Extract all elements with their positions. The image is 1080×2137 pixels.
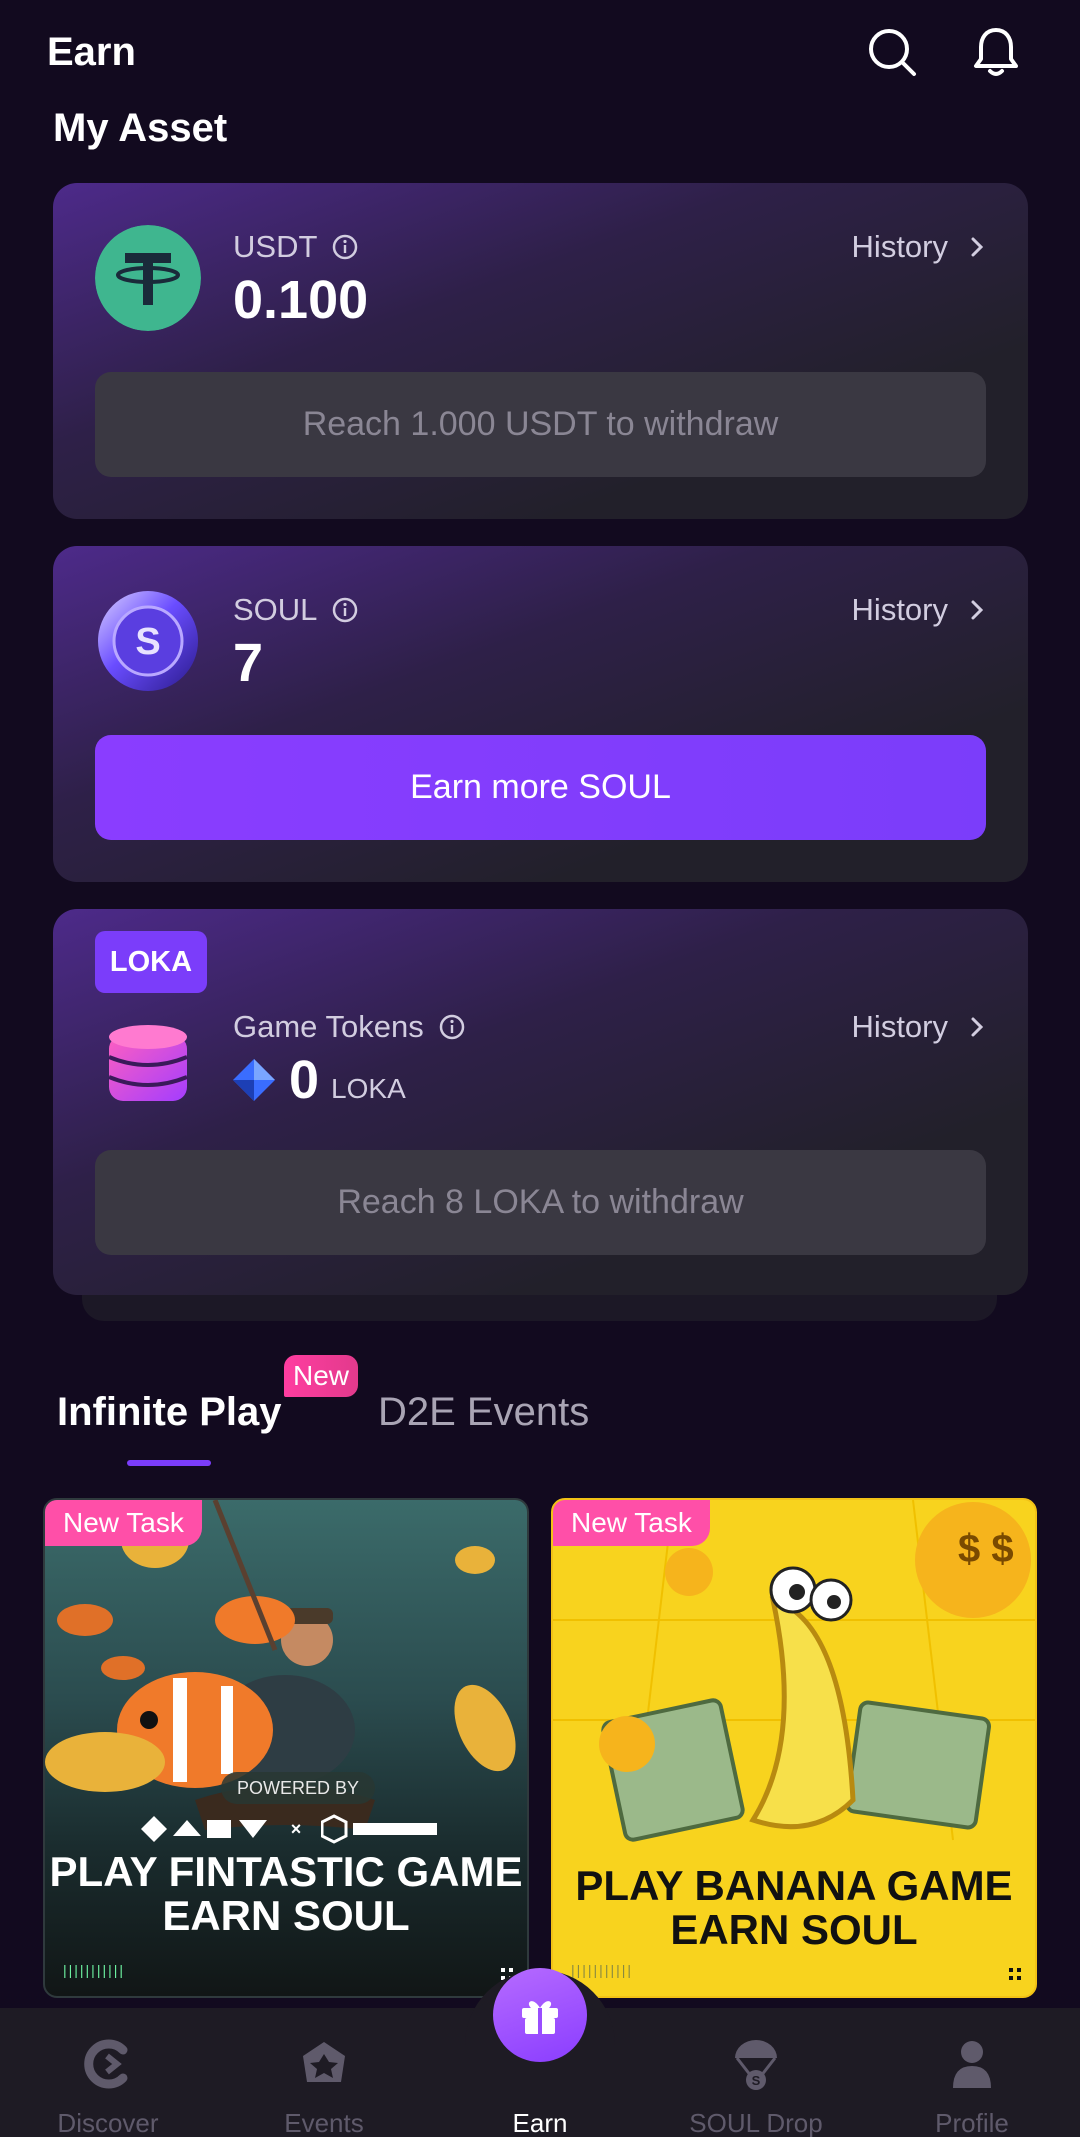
card-stack-edge <box>82 1295 997 1321</box>
app-header: Earn <box>0 0 1080 110</box>
game-tokens-label-row: Game Tokens <box>233 1009 466 1045</box>
nav-profile[interactable]: Profile <box>864 2008 1080 2137</box>
page-title: Earn <box>47 30 136 74</box>
loka-balance-row: 0 LOKA <box>231 1049 406 1111</box>
new-task-badge: New Task <box>45 1500 202 1546</box>
soul-coin-icon: S <box>98 591 198 691</box>
usdt-history-link[interactable]: History <box>852 229 984 265</box>
active-tab-indicator <box>127 1460 211 1466</box>
nav-label: Profile <box>935 2108 1009 2137</box>
chevron-right-icon <box>971 1017 984 1037</box>
diamond-icon <box>233 1059 275 1101</box>
grid-icon <box>1009 1968 1021 1980</box>
info-icon[interactable] <box>438 1013 466 1041</box>
tab-d2e-events[interactable]: D2E Events <box>378 1390 589 1435</box>
database-coins-icon <box>108 1025 188 1101</box>
loka-history-link[interactable]: History <box>852 1009 984 1045</box>
loka-tag: LOKA <box>95 931 207 993</box>
game-headline: PLAY FINTASTIC GAME EARN SOUL <box>49 1848 523 1940</box>
soul-name: SOUL <box>233 592 318 627</box>
slide-progress: ||||||||||| <box>571 1962 634 1978</box>
slide-progress: ||||||||||| <box>63 1962 126 1978</box>
usdt-name: USDT <box>233 229 318 264</box>
partner-brands: × <box>141 1812 441 1846</box>
usdt-balance: 0.100 <box>233 270 369 330</box>
game-card-banana[interactable]: $ $ New Task PLAY BANANA GAME EARN SOUL … <box>551 1498 1037 1998</box>
game-tokens-name: Game Tokens <box>233 1009 424 1044</box>
svg-text:S: S <box>135 621 160 663</box>
bottom-nav: Discover Events Earn S SOUL Drop Profile <box>0 1968 1080 2137</box>
loka-card: LOKA Game Tokens History 0 LOKA Reach 8 … <box>53 909 1028 1295</box>
nav-events[interactable]: Events <box>216 2008 432 2137</box>
history-label: History <box>851 229 948 264</box>
gift-icon <box>522 2001 558 2034</box>
chevron-right-icon <box>971 237 984 257</box>
svg-text:S: S <box>752 2073 761 2088</box>
new-task-badge: New Task <box>553 1500 710 1546</box>
earn-fab[interactable] <box>493 1968 587 2062</box>
svg-text:$ $: $ $ <box>958 1527 1014 1571</box>
tab-infinite-play[interactable]: Infinite Play <box>57 1390 282 1435</box>
partner-logo-icon <box>141 1816 267 1842</box>
earn-more-soul-button[interactable]: Earn more SOUL <box>95 735 986 840</box>
nav-label: Earn <box>512 2108 568 2137</box>
chevron-right-icon <box>971 600 984 620</box>
usdt-withdraw-button[interactable]: Reach 1.000 USDT to withdraw <box>95 372 986 477</box>
nav-discover[interactable]: Discover <box>0 2008 216 2137</box>
parachute-icon: S <box>735 2040 777 2090</box>
game-headline: PLAY BANANA GAME EARN SOUL <box>575 1862 1013 1954</box>
events-icon <box>303 2042 345 2082</box>
nav-label: Events <box>284 2108 364 2137</box>
usdt-coin-icon <box>95 225 201 331</box>
usdt-card: USDT 0.100 History Reach 1.000 USDT to w… <box>53 183 1028 519</box>
powered-by-label: POWERED BY <box>221 1772 376 1804</box>
telgather-logo-icon <box>320 1814 437 1844</box>
search-icon[interactable] <box>864 24 920 80</box>
nav-soul-drop[interactable]: S SOUL Drop <box>648 2008 864 2137</box>
soul-history-link[interactable]: History <box>852 592 984 628</box>
discover-icon <box>84 2039 128 2089</box>
loka-unit: LOKA <box>331 1073 406 1104</box>
nav-label: SOUL Drop <box>689 2108 823 2137</box>
soul-label-row: SOUL <box>233 592 359 628</box>
my-asset-title: My Asset <box>53 106 228 150</box>
soul-balance: 7 <box>233 633 264 693</box>
profile-icon <box>953 2041 991 2088</box>
loka-withdraw-button[interactable]: Reach 8 LOKA to withdraw <box>95 1150 986 1255</box>
history-label: History <box>851 592 948 627</box>
nav-earn[interactable]: Earn <box>432 1968 648 2137</box>
usdt-label-row: USDT <box>233 229 359 265</box>
history-label: History <box>851 1009 948 1044</box>
info-icon[interactable] <box>331 233 359 261</box>
loka-balance: 0 <box>289 1050 320 1110</box>
nav-label: Discover <box>57 2108 159 2137</box>
earn-tabs: Infinite Play New D2E Events <box>0 1350 1080 1470</box>
game-card-fintastic[interactable]: New Task POWERED BY × PLAY FINTASTIC GAM… <box>43 1498 529 1998</box>
bell-icon[interactable] <box>968 24 1024 80</box>
soul-card: S SOUL 7 History Earn more SOUL <box>53 546 1028 882</box>
new-badge: New <box>284 1355 358 1397</box>
info-icon[interactable] <box>331 596 359 624</box>
